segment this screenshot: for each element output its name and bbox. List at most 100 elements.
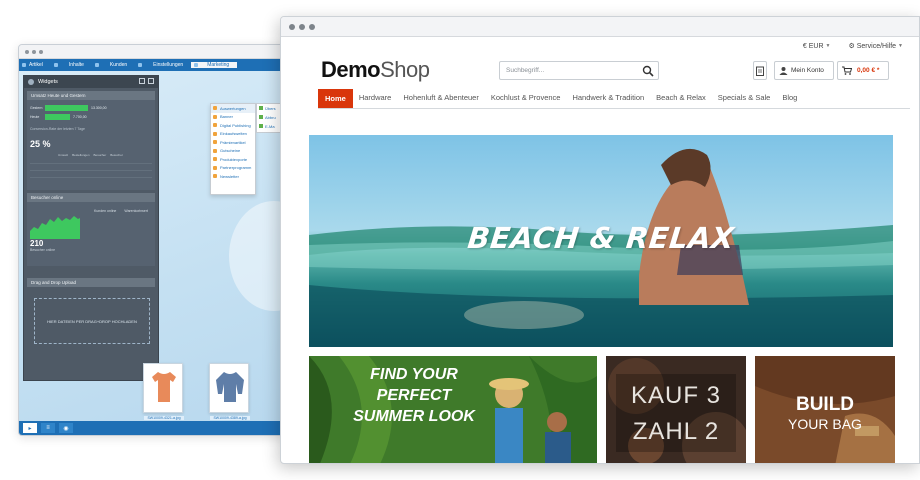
- conversion-label: Conversion-Rate der letzten 7 Tage: [30, 127, 85, 131]
- tile-line: PERFECT: [376, 387, 452, 404]
- nav-item-kochlust[interactable]: Kochlust & Provence: [485, 93, 567, 108]
- nav-item-beach-relax[interactable]: Beach & Relax: [650, 93, 712, 108]
- sales-row-value: 7.700,00: [73, 114, 87, 119]
- widgets-controls: [139, 78, 154, 84]
- notepad-icon: [756, 66, 764, 76]
- visitors-area-chart: [30, 216, 80, 239]
- shop-header: DemoShop Suchbegriff... Mein Konto 0,00 …: [281, 55, 919, 89]
- dropdown-item-partnerprogramm[interactable]: Partnerprogramm: [211, 164, 255, 173]
- help-icon: ⚙: [848, 43, 855, 50]
- window-dot-icon[interactable]: [299, 23, 305, 30]
- tile-line: BUILD: [795, 394, 855, 415]
- marketing-dropdown: Auswertungen Banner Digital Publishing E…: [210, 103, 256, 195]
- dropdown-item-auswertungen[interactable]: Auswertungen: [211, 104, 255, 113]
- shop-logo[interactable]: DemoShop: [321, 57, 430, 83]
- admin-menu-item-artikel[interactable]: Artikel: [19, 62, 51, 68]
- tshirt-blue-icon: [216, 372, 244, 402]
- sales-row: Heute 7.700,00: [30, 112, 152, 121]
- admin-taskbar: ▸ ≡ ◉: [19, 421, 309, 435]
- nav-item-handwerk[interactable]: Handwerk & Tradition: [566, 93, 650, 108]
- tile-line: SUMMER LOOK: [353, 408, 475, 425]
- table-header: Besucher: [93, 153, 107, 157]
- sales-bar: [45, 104, 88, 111]
- nav-item-hardware[interactable]: Hardware: [353, 93, 398, 108]
- sales-row: Gestern 13.300,00: [30, 103, 152, 112]
- dropdown-item-praemienartikel[interactable]: Prämienartikel: [211, 138, 255, 147]
- visitors-count-label: Besucher online: [30, 248, 56, 252]
- account-button[interactable]: Mein Konto: [774, 61, 834, 80]
- minimize-icon[interactable]: [139, 78, 145, 84]
- taskbar-start-icon[interactable]: ▸: [23, 423, 37, 433]
- admin-menu-item-marketing[interactable]: Marketing: [191, 62, 238, 68]
- uploaded-image-thumb[interactable]: SW10009-4321-a.jpg: [143, 363, 184, 420]
- window-dot-icon[interactable]: [309, 23, 315, 30]
- admin-desktop: Widgets Umsatz Heute und Gestern Gestern…: [19, 71, 309, 421]
- widgets-window: Widgets Umsatz Heute und Gestern Gestern…: [23, 75, 159, 381]
- tile-kauf3-text: KAUF 3 ZAHL 2: [624, 378, 728, 450]
- sales-row-label: Heute: [30, 114, 40, 119]
- admin-menu-item-einstellungen[interactable]: Einstellungen: [135, 62, 191, 68]
- visitors-columns: Kunden online Warenkorbwert: [94, 209, 148, 213]
- dropdown-item-einkaufswelten[interactable]: Einkaufswelten: [211, 130, 255, 139]
- tile-line: YOUR BAG: [788, 416, 862, 432]
- visitors-chart: Kunden online Warenkorbwert: [30, 209, 152, 239]
- notepad-button[interactable]: [753, 61, 767, 80]
- search-icon[interactable]: [642, 65, 654, 77]
- promo-tile-summer[interactable]: FIND YOUR PERFECT SUMMER LOOK: [309, 356, 597, 463]
- service-label: Service/Hilfe: [856, 42, 897, 50]
- table-row: [30, 173, 152, 178]
- admin-menu: Artikel Inhalte Kunden Einstellungen Mar…: [19, 59, 309, 71]
- hero-banner[interactable]: BEACH & RELAX: [309, 135, 893, 347]
- tile-line: FIND YOUR: [370, 366, 458, 383]
- cart-price: 0,00 € *: [857, 67, 880, 74]
- tshirt-orange-icon: [152, 372, 176, 402]
- promo-tile-kauf3[interactable]: KAUF 3 ZAHL 2: [606, 356, 746, 463]
- dropdown-item-digital-publishing[interactable]: Digital Publishing: [211, 121, 255, 130]
- admin-menu-item-kunden[interactable]: Kunden: [92, 62, 135, 68]
- window-dot-icon[interactable]: [32, 49, 36, 54]
- visitors-count: 210: [30, 239, 44, 248]
- dropdown-item-gutscheine[interactable]: Gutscheine: [211, 147, 255, 156]
- logo-light: Shop: [380, 57, 430, 82]
- service-menu[interactable]: ⚙ Service/Hilfe ▼: [848, 42, 903, 51]
- window-dot-icon[interactable]: [39, 49, 43, 54]
- promo-tile-bag[interactable]: BUILD YOUR BAG: [755, 356, 895, 463]
- shop-topbar: € EUR ▼ ⚙ Service/Hilfe ▼: [281, 37, 919, 55]
- main-navigation: Home Hardware Hohenluft & Abenteuer Koch…: [318, 89, 910, 109]
- thumb-caption: SW10009-4321-a.jpg: [144, 416, 184, 420]
- upload-section-title: Drag and Drop Upload: [27, 278, 155, 287]
- sales-table-header: Umsatz Bestellungen Besucher Besucher: [30, 153, 152, 157]
- conversion-value: 25 %: [30, 139, 51, 149]
- nav-item-specials[interactable]: Specials & Sale: [712, 93, 777, 108]
- currency-label: € EUR: [802, 42, 824, 50]
- chevron-down-icon: ▼: [825, 43, 831, 49]
- maximize-icon[interactable]: [148, 78, 154, 84]
- search-input[interactable]: Suchbegriff...: [499, 61, 659, 80]
- dropdown-item-newsletter[interactable]: Newsletter: [211, 172, 255, 181]
- taskbar-widget-icon[interactable]: ◉: [59, 423, 73, 433]
- table-header: Besucher: [110, 153, 123, 157]
- admin-menu-item-inhalte[interactable]: Inhalte: [51, 62, 92, 68]
- backend-window: Artikel Inhalte Kunden Einstellungen Mar…: [18, 44, 310, 436]
- tile-bag-text: BUILD YOUR BAG: [755, 394, 895, 432]
- cart-button[interactable]: 0,00 € *: [837, 61, 889, 80]
- taskbar-window-icon[interactable]: ≡: [41, 423, 55, 433]
- backend-titlebar: [19, 45, 309, 59]
- window-dot-icon[interactable]: [289, 23, 295, 30]
- drag-drop-upload-zone[interactable]: HIER DATEIEN PER DRAG+DROP HOCHLADEN: [34, 298, 150, 344]
- widgets-title-text: Widgets: [38, 79, 58, 85]
- dropdown-item-produktexporte[interactable]: Produktexporte: [211, 155, 255, 164]
- sales-row-label: Gestern: [30, 105, 43, 110]
- dropdown-item-banner[interactable]: Banner: [211, 113, 255, 122]
- nav-item-hoehenluft[interactable]: Hohenluft & Abenteuer: [397, 93, 484, 108]
- window-dot-icon[interactable]: [25, 49, 29, 54]
- hero-headline: BEACH & RELAX: [465, 221, 737, 255]
- nav-item-home[interactable]: Home: [318, 89, 353, 108]
- visitors-col-label: Kunden online: [94, 209, 117, 213]
- table-row: [30, 166, 152, 171]
- nav-item-blog[interactable]: Blog: [776, 93, 803, 108]
- currency-select[interactable]: € EUR ▼: [803, 43, 831, 50]
- uploaded-image-thumb[interactable]: SW10009-4389-a.jpg: [209, 363, 250, 420]
- cart-icon: [842, 66, 852, 75]
- shop-window: € EUR ▼ ⚙ Service/Hilfe ▼ DemoShop Suchbegr…: [280, 16, 920, 464]
